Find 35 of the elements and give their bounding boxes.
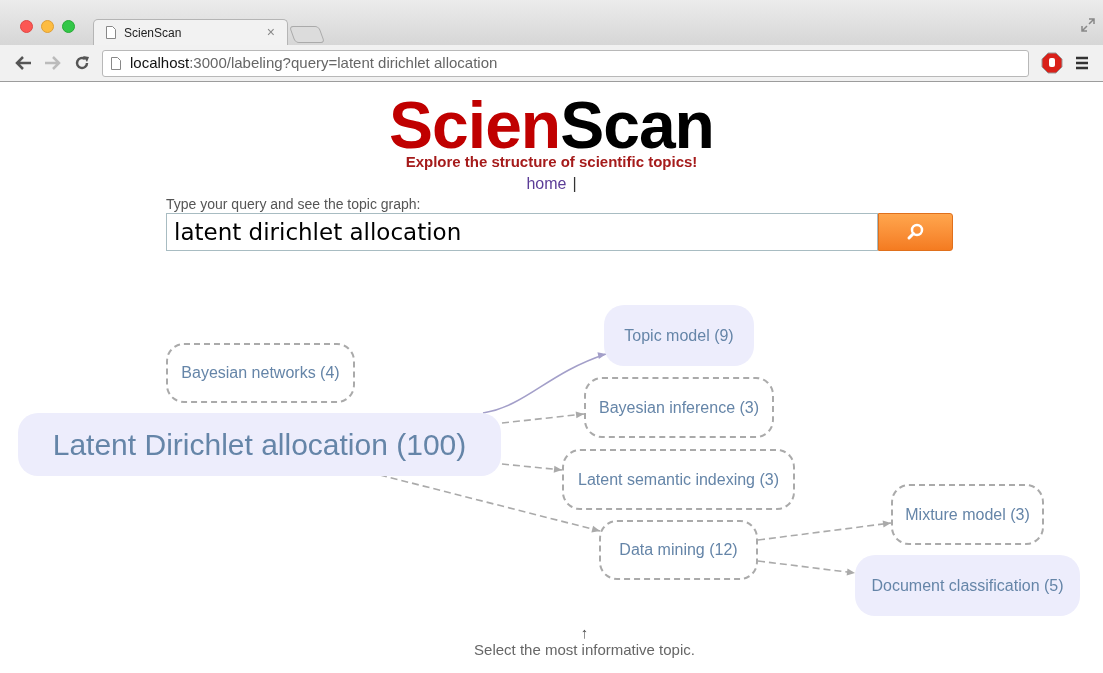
reload-icon[interactable] bbox=[74, 55, 90, 71]
search-label: Type your query and see the topic graph: bbox=[166, 196, 422, 213]
nav-separator: | bbox=[572, 174, 577, 194]
topic-node[interactable]: Mixture model (3) bbox=[891, 484, 1044, 545]
menu-icon[interactable] bbox=[1075, 56, 1089, 70]
url-text: localhost:3000/labeling?query=latent dirichlet allocation bbox=[130, 52, 498, 73]
browser-tab[interactable]: ScienScan × bbox=[93, 19, 288, 45]
search-field[interactable]: latent dirichlet allocation bbox=[166, 213, 878, 251]
topic-node[interactable]: Latent semantic indexing (3) bbox=[562, 449, 795, 510]
page-icon bbox=[106, 26, 116, 39]
logo-word-part: Scan bbox=[560, 96, 714, 154]
hint-text: Select the most informative topic. bbox=[474, 641, 695, 659]
fullscreen-icon[interactable] bbox=[1081, 18, 1095, 32]
new-tab-button[interactable] bbox=[288, 26, 326, 43]
topic-node[interactable]: Document classification (5) bbox=[855, 555, 1080, 616]
search-icon bbox=[905, 222, 926, 242]
topic-node[interactable]: Bayesian inference (3) bbox=[584, 377, 774, 438]
topic-node[interactable]: Latent Dirichlet allocation (100) bbox=[18, 413, 501, 476]
forward-icon[interactable] bbox=[44, 55, 62, 71]
close-window-icon[interactable] bbox=[20, 20, 33, 33]
topic-node[interactable]: Topic model (9) bbox=[604, 305, 754, 366]
back-icon[interactable] bbox=[14, 55, 32, 71]
topic-node[interactable]: Data mining (12) bbox=[599, 520, 758, 580]
tab-title: ScienScan bbox=[124, 24, 183, 42]
topic-node[interactable]: Bayesian networks (4) bbox=[166, 343, 355, 403]
home-link[interactable]: home bbox=[526, 174, 567, 194]
tab-close-button[interactable]: × bbox=[266, 22, 275, 43]
address-bar[interactable]: localhost:3000/labeling?query=latent dirichlet allocation bbox=[102, 49, 1029, 77]
minimize-window-icon[interactable] bbox=[41, 20, 54, 33]
zoom-window-icon[interactable] bbox=[62, 20, 75, 33]
pointer-arrow: ↑ bbox=[580, 625, 589, 641]
logo-word-part: Scien bbox=[389, 96, 561, 154]
page-icon bbox=[111, 56, 121, 70]
tagline: Explore the structure of scientific topics! bbox=[405, 153, 698, 171]
search-button[interactable] bbox=[878, 213, 953, 251]
